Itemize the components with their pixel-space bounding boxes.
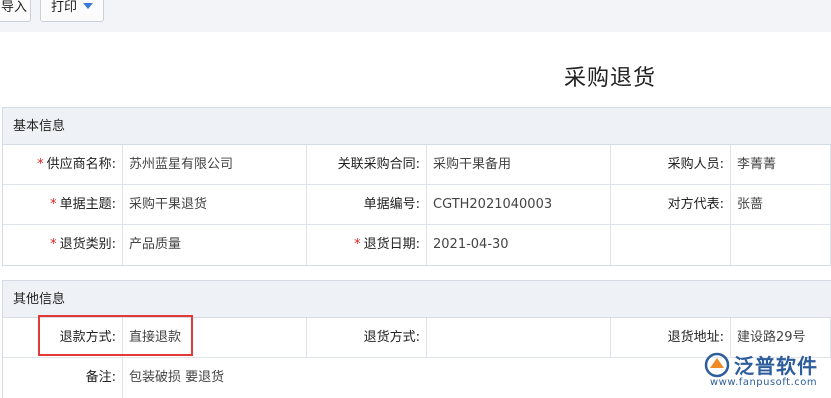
import-button-label: 导入 <box>1 0 28 15</box>
form-row: * 供应商名称: 苏州蓝星有限公司 关联采购合同: 采购干果备用 采购人员: 李菁… <box>3 145 831 185</box>
empty-label <box>611 225 731 265</box>
return-type-label: * 退货类别: <box>3 225 123 265</box>
logo-url: www.fanpusoft.com <box>710 377 818 388</box>
contract-field[interactable]: 采购干果备用 <box>427 145 611 184</box>
return-date-label: * 退货日期: <box>307 225 427 265</box>
required-icon: * <box>37 157 44 172</box>
brand-logo: 泛普软件 www.fanpusoft.com <box>704 350 831 398</box>
counterpart-field[interactable]: 张蔷 <box>731 185 831 224</box>
buyer-label: 采购人员: <box>611 145 731 184</box>
supplier-field[interactable]: 苏州蓝星有限公司 <box>123 145 307 184</box>
print-button-label: 打印 <box>51 0 78 15</box>
form-row: * 单据主题: 采购干果退货 单据编号: CGTH2021040003 对方代表:… <box>3 185 831 225</box>
buyer-field[interactable]: 李菁菁 <box>731 145 831 184</box>
refund-method-label: 退款方式: <box>3 318 123 357</box>
required-icon: * <box>50 237 57 252</box>
subject-field[interactable]: 采购干果退货 <box>123 185 307 224</box>
contract-label: 关联采购合同: <box>307 145 427 184</box>
other-info-header: 其他信息 <box>3 281 831 318</box>
basic-info-header: 基本信息 <box>3 108 831 145</box>
form-row: * 退货类别: 产品质量 * 退货日期: 2021-04-30 <box>3 225 831 265</box>
required-icon: * <box>354 237 361 252</box>
return-method-label: 退货方式: <box>307 318 427 357</box>
return-type-field[interactable]: 产品质量 <box>123 225 307 265</box>
refund-method-field[interactable]: 直接退款 <box>123 318 307 357</box>
required-icon: * <box>50 197 57 212</box>
note-label: 备注: <box>3 358 123 398</box>
return-method-field[interactable] <box>427 318 611 357</box>
toolbar: 导入 打印 <box>0 0 831 32</box>
logo-mark-icon <box>704 352 730 378</box>
page-title: 采购退货 <box>563 66 656 91</box>
doc-number-label: 单据编号: <box>307 185 427 224</box>
supplier-label: * 供应商名称: <box>3 145 123 184</box>
return-date-field[interactable]: 2021-04-30 <box>427 225 611 265</box>
empty-field <box>731 225 831 265</box>
counterpart-label: 对方代表: <box>611 185 731 224</box>
logo-text: 泛普软件 <box>734 354 818 378</box>
chevron-down-icon[interactable] <box>83 3 94 9</box>
subject-label: * 单据主题: <box>3 185 123 224</box>
print-button[interactable]: 打印 <box>40 0 104 22</box>
basic-info-section: 基本信息 * 供应商名称: 苏州蓝星有限公司 关联采购合同: 采购干果备用 采购人… <box>2 107 831 266</box>
import-button[interactable]: 导入 <box>0 0 31 22</box>
doc-number-field[interactable]: CGTH2021040003 <box>427 185 611 224</box>
